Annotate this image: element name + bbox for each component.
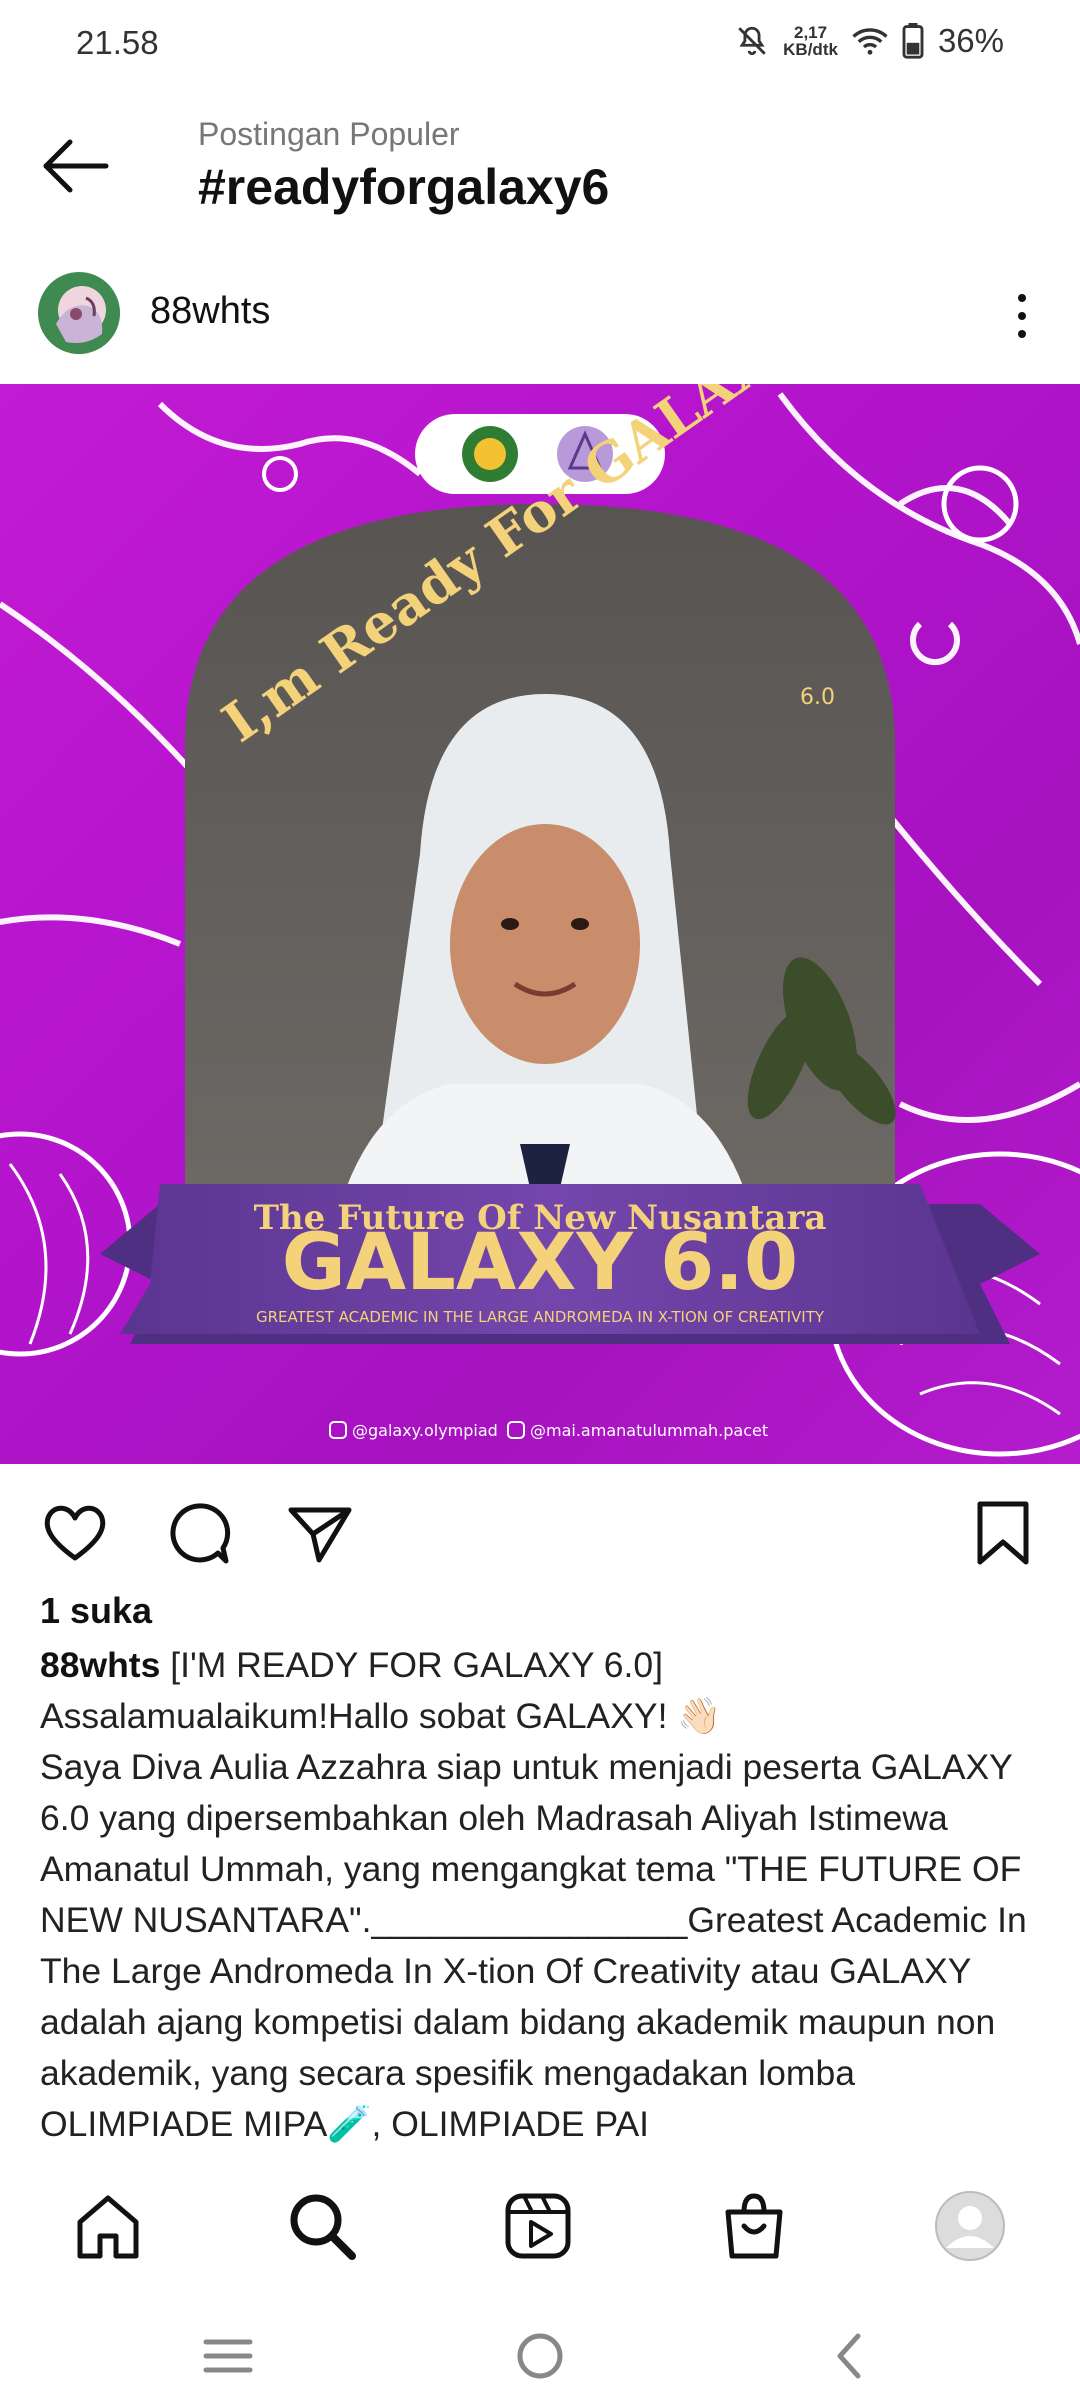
arch-text-version: 6.0 <box>800 685 835 710</box>
post-actions <box>0 1480 1080 1580</box>
caption-text: [I'M READY FOR GALAXY 6.0] Assalamualaik… <box>40 1645 1027 2144</box>
system-back-icon[interactable] <box>820 2326 880 2386</box>
caption-username[interactable]: 88whts <box>40 1645 160 1685</box>
bottom-navigation <box>0 2170 1080 2280</box>
user-avatar[interactable] <box>38 272 120 354</box>
network-speed-value: 2,17 <box>794 23 828 42</box>
network-speed-unit: KB/dtk <box>783 40 838 59</box>
avatar-image <box>38 272 120 354</box>
share-send-icon[interactable] <box>285 1498 355 1568</box>
post-header: 88whts <box>0 262 1080 372</box>
profile-avatar-icon[interactable] <box>934 2190 1006 2262</box>
handle-school: @mai.amanatulummah.pacet <box>530 1421 768 1440</box>
more-options-icon[interactable] <box>1002 286 1042 346</box>
network-speed: 2,17 KB/dtk <box>783 24 838 58</box>
page-subtitle: Postingan Populer <box>198 116 460 152</box>
page-title: #readyforgalaxy6 <box>198 159 610 215</box>
ribbon-main-text: GALAXY 6.0 <box>282 1218 798 1308</box>
recent-apps-icon[interactable] <box>198 2326 258 2386</box>
status-time: 21.58 <box>76 24 159 61</box>
handle-galaxy: @galaxy.olympiad <box>352 1421 498 1440</box>
comment-icon[interactable] <box>163 1498 233 1568</box>
post-image[interactable]: I,m Ready For GALAXY 6.0 The Future Of N… <box>0 384 1080 1464</box>
mute-icon <box>738 26 766 56</box>
wifi-icon <box>852 28 888 55</box>
like-count[interactable]: 1 suka <box>40 1590 152 1632</box>
status-icons: 2,17 KB/dtk 36% <box>735 22 1004 60</box>
post-caption: 88whts [I'M READY FOR GALAXY 6.0] Assala… <box>40 1640 1040 2150</box>
like-heart-icon[interactable] <box>40 1498 110 1568</box>
battery-icon <box>902 23 924 59</box>
post-artwork: I,m Ready For GALAXY 6.0 The Future Of N… <box>0 384 1080 1457</box>
save-bookmark-icon[interactable] <box>968 1498 1038 1568</box>
battery-percentage: 36% <box>937 22 1004 59</box>
home-icon[interactable] <box>72 2190 144 2262</box>
header: Postingan Populer #readyforgalaxy6 <box>0 100 1080 230</box>
status-bar: 21.58 2,17 KB/dtk 36% <box>0 0 1080 90</box>
system-navigation <box>0 2300 1080 2408</box>
post-username[interactable]: 88whts <box>150 290 270 333</box>
ribbon-sub-text: GREATEST ACADEMIC IN THE LARGE ANDROMEDA… <box>256 1308 825 1326</box>
search-icon[interactable] <box>286 2190 358 2262</box>
reels-icon[interactable] <box>502 2190 574 2262</box>
shop-bag-icon[interactable] <box>718 2190 790 2262</box>
back-arrow-icon[interactable] <box>40 134 112 198</box>
home-button-icon[interactable] <box>510 2326 570 2386</box>
